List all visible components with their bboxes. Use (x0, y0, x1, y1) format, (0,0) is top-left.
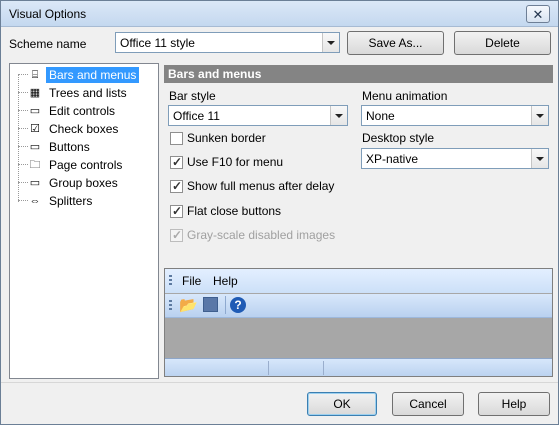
chevron-down-icon[interactable] (531, 106, 548, 125)
preview-menu-help: Help (213, 274, 238, 288)
visual-options-dialog: Visual Options ✕ Scheme name Office 11 s… (0, 0, 559, 425)
save-disk-icon (203, 297, 218, 312)
checkbox-box (170, 228, 183, 242)
chevron-down-icon[interactable] (531, 149, 548, 168)
checkbox-icon: ☑ (30, 123, 40, 135)
tree-item-trees-and-lists[interactable]: ▦ Trees and lists (10, 84, 155, 102)
title-bar: Visual Options ✕ (1, 1, 558, 27)
checkbox-label: Sunken border (187, 131, 266, 145)
edit-control-icon: ▭ (29, 105, 41, 117)
button-icon: ▭ (29, 141, 41, 153)
close-icon: ✕ (532, 6, 544, 22)
help-icon: ? (230, 297, 246, 313)
tree-item-label: Splitters (49, 194, 93, 208)
open-folder-icon: 📂 (179, 297, 198, 314)
checkbox-label: Show full menus after delay (187, 179, 335, 193)
chevron-down-icon[interactable] (322, 33, 339, 52)
bar-style-value: Office 11 (173, 109, 220, 123)
desktop-style-select[interactable]: XP-native (361, 148, 549, 169)
scheme-name-select[interactable]: Office 11 style (115, 32, 340, 53)
checkbox-box[interactable] (170, 155, 183, 169)
preview-menu-file: File (182, 274, 202, 288)
bar-style-select[interactable]: Office 11 (168, 105, 348, 126)
chevron-down-icon[interactable] (330, 106, 347, 125)
tree-item-splitters[interactable]: ⇔ Splitters (10, 192, 155, 210)
section-header: Bars and menus (164, 65, 553, 83)
cancel-button[interactable]: Cancel (392, 392, 464, 416)
toolbar-separator (225, 296, 226, 314)
menu-animation-select[interactable]: None (361, 105, 549, 126)
checkbox-box[interactable] (170, 179, 183, 193)
tree-item-group-boxes[interactable]: ▭ Group boxes (10, 174, 155, 192)
menu-animation-value: None (366, 109, 395, 123)
desktop-style-value: XP-native (366, 152, 419, 166)
status-panel (165, 361, 269, 375)
tree-item-label: Page controls (49, 158, 123, 172)
tree-item-buttons[interactable]: ▭ Buttons (10, 138, 155, 156)
checkbox-box[interactable] (170, 204, 183, 218)
status-panel (269, 361, 324, 375)
tree-item-label: Edit controls (49, 104, 116, 118)
grip-icon (169, 275, 172, 287)
scheme-name-value: Office 11 style (120, 36, 195, 50)
grip-icon (169, 300, 172, 312)
checkbox-label: Use F10 for menu (187, 155, 284, 169)
help-button[interactable]: Help (478, 392, 550, 416)
preview-statusbar (165, 358, 552, 376)
splitter-icon: ⇔ (29, 195, 41, 207)
tree-item-label: Check boxes (49, 122, 119, 136)
tree-list-icon: ▦ (29, 87, 41, 99)
group-box-icon: ▭ (29, 177, 41, 189)
scheme-name-label: Scheme name (9, 37, 87, 51)
tree-item-label: Bars and menus (46, 67, 140, 83)
checkbox-box[interactable] (170, 132, 183, 145)
desktop-style-label: Desktop style (362, 131, 435, 145)
preview-menubar: File Help (165, 269, 552, 293)
folder-icon: 🗀 (29, 159, 41, 171)
save-as-button[interactable]: Save As... (347, 31, 444, 55)
tree-item-bars-and-menus[interactable]: ⌸ Bars and menus (10, 66, 155, 84)
close-button[interactable]: ✕ (526, 5, 550, 23)
window-title: Visual Options (9, 7, 87, 21)
settings-tree[interactable]: ⌸ Bars and menus ▦ Trees and lists ▭ Edi… (9, 63, 159, 379)
tree-item-label: Buttons (49, 140, 90, 154)
bar-style-label: Bar style (169, 89, 216, 103)
bottom-separator (1, 382, 558, 383)
preview-toolbar: 📂 ? (165, 294, 552, 318)
checkbox-label: Flat close buttons (187, 204, 282, 218)
preview-area: File Help 📂 ? (164, 268, 553, 377)
delete-button[interactable]: Delete (454, 31, 551, 55)
tree-item-edit-controls[interactable]: ▭ Edit controls (10, 102, 155, 120)
tree-item-label: Group boxes (49, 176, 118, 190)
tree-item-check-boxes[interactable]: ☑ Check boxes (10, 120, 155, 138)
checkbox-label: Gray-scale disabled images (187, 228, 336, 242)
tree-item-page-controls[interactable]: 🗀 Page controls (10, 156, 155, 174)
tree-item-label: Trees and lists (49, 86, 127, 100)
ok-button[interactable]: OK (307, 392, 377, 416)
menu-animation-label: Menu animation (362, 89, 448, 103)
status-panel (324, 361, 552, 375)
bars-menus-icon: ⌸ (31, 69, 39, 81)
